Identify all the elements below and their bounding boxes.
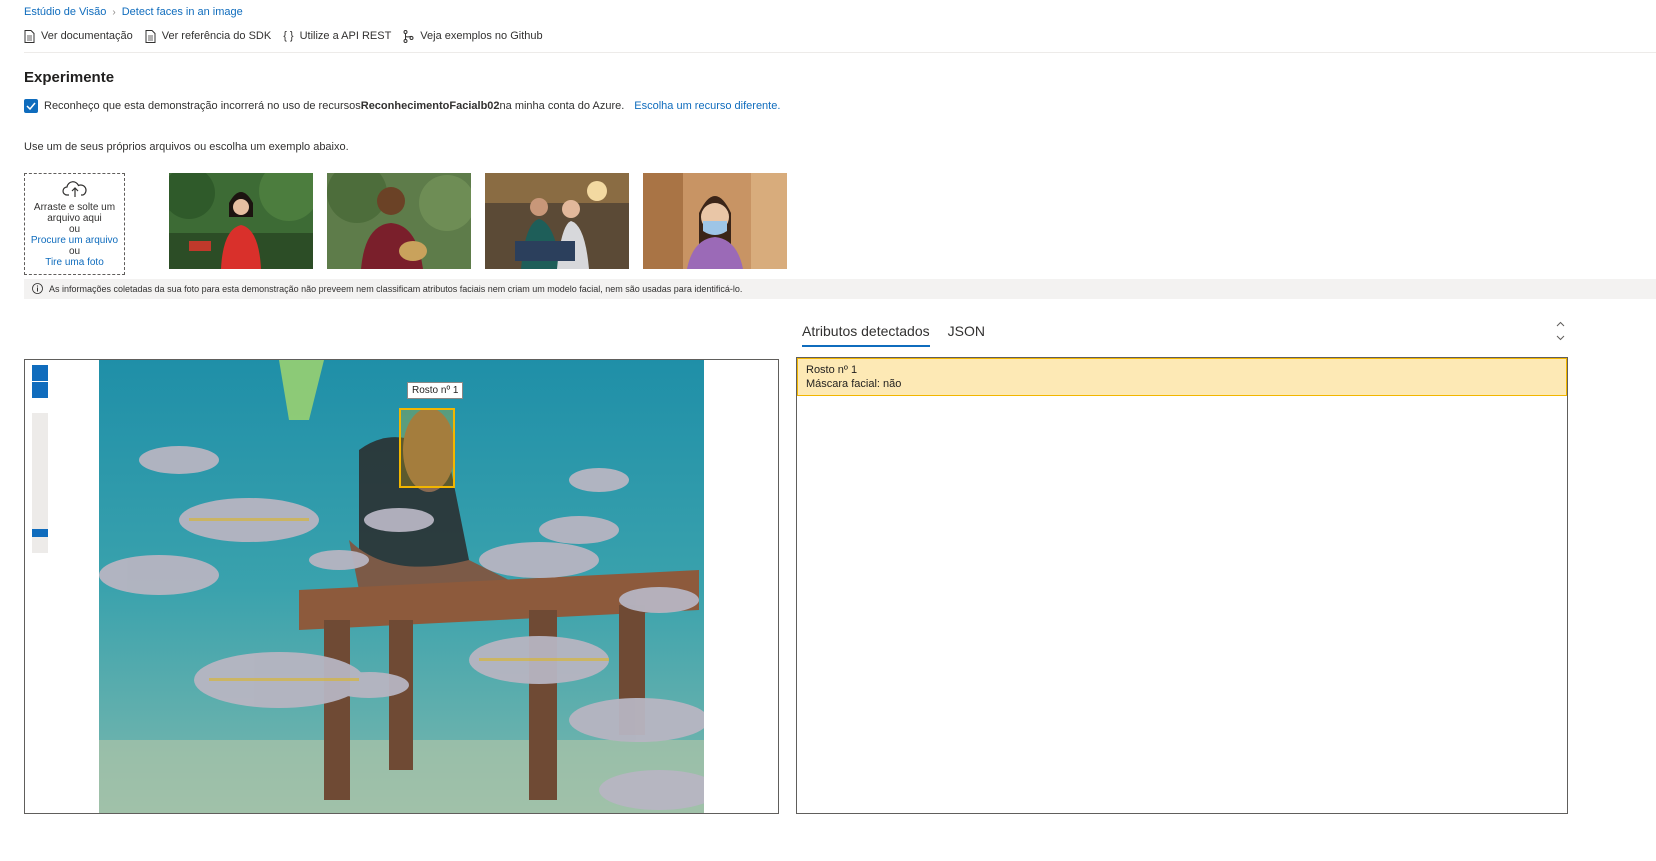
branch-icon xyxy=(403,29,414,43)
or-text: ou xyxy=(68,246,81,257)
code-braces-icon: { } xyxy=(283,30,294,42)
document-icon xyxy=(24,29,35,43)
zoom-slider-thumb[interactable] xyxy=(32,529,48,537)
zoom-slider[interactable] xyxy=(32,413,48,553)
sample-image-4[interactable] xyxy=(643,173,787,269)
consent-row: Reconheço que esta demonstração incorrer… xyxy=(24,99,780,113)
checkmark-icon xyxy=(26,102,36,110)
api-label: Utilize a API REST xyxy=(299,30,392,42)
results-tabs: Atributos detectados JSON xyxy=(802,323,985,347)
consent-checkbox[interactable] xyxy=(24,99,38,113)
github-button[interactable]: Veja exemplos no Github xyxy=(403,29,543,43)
sample-image-3[interactable] xyxy=(485,173,629,269)
chevron-up-icon[interactable] xyxy=(1554,318,1566,330)
face-attribute-row[interactable]: Rosto nº 1 Máscara facial: não xyxy=(797,358,1567,396)
sdk-label: Ver referência do SDK xyxy=(161,30,272,42)
take-photo-link[interactable]: Tire uma foto xyxy=(45,257,104,268)
face-label: Rosto nº 1 xyxy=(407,382,464,399)
chevron-down-icon[interactable] xyxy=(1554,332,1566,344)
image-viewer: Rosto nº 1 xyxy=(24,359,779,814)
divider xyxy=(24,52,1656,53)
consent-text: Reconheço que esta demonstração incorrer… xyxy=(44,100,624,112)
section-title: Experimente xyxy=(24,69,115,86)
sample-image-2[interactable] xyxy=(327,173,471,269)
intro-text: Use um de seus próprios arquivos ou esco… xyxy=(24,141,349,153)
breadcrumb: Estúdio de Visão › Detect faces in an im… xyxy=(24,6,243,18)
docs-label: Ver documentação xyxy=(41,30,133,42)
breadcrumb-separator: › xyxy=(112,6,116,18)
attributes-panel: Rosto nº 1 Máscara facial: não xyxy=(796,357,1568,814)
scrollbar[interactable] xyxy=(1554,318,1566,344)
upload-dropzone[interactable]: Arraste e solte um arquivo aqui ou Procu… xyxy=(24,173,125,275)
breadcrumb-root-link[interactable]: Estúdio de Visão xyxy=(24,6,106,18)
github-label: Veja exemplos no Github xyxy=(420,30,543,42)
toolbar: Ver documentação Ver referência do SDK {… xyxy=(24,29,543,43)
breadcrumb-current-link[interactable]: Detect faces in an image xyxy=(122,6,243,18)
info-icon xyxy=(32,282,43,296)
or-text: ou xyxy=(68,224,81,235)
analyzed-photo: Rosto nº 1 xyxy=(99,360,704,813)
tab-json[interactable]: JSON xyxy=(948,323,985,347)
document-icon xyxy=(145,29,156,43)
docs-button[interactable]: Ver documentação xyxy=(24,29,133,43)
consent-text-after: na minha conta do Azure. xyxy=(499,100,625,112)
api-button[interactable]: { } Utilize a API REST xyxy=(283,29,391,43)
resource-name: ReconhecimentoFacialb02 xyxy=(360,100,500,112)
zoom-out-button[interactable] xyxy=(32,382,48,398)
tab-detected-attributes[interactable]: Atributos detectados xyxy=(802,323,930,347)
privacy-info-bar: As informações coletadas da sua foto par… xyxy=(24,279,1656,299)
drag-text: Arraste e solte um arquivo aqui xyxy=(33,202,116,224)
face-title: Rosto nº 1 xyxy=(806,364,858,376)
cloud-upload-icon xyxy=(61,181,87,197)
privacy-info-text: As informações coletadas da sua foto par… xyxy=(49,284,743,294)
face-bounding-box[interactable] xyxy=(399,408,455,488)
sdk-button[interactable]: Ver referência do SDK xyxy=(145,29,271,43)
consent-text-before: Reconheço que esta demonstração incorrer… xyxy=(44,100,361,112)
zoom-controls xyxy=(32,365,48,399)
sample-image-1[interactable] xyxy=(169,173,313,269)
zoom-in-button[interactable] xyxy=(32,365,48,381)
browse-file-link[interactable]: Procure um arquivo xyxy=(31,235,118,246)
change-resource-link[interactable]: Escolha um recurso diferente. xyxy=(634,100,780,112)
face-mask-attribute: Máscara facial: não xyxy=(806,378,902,390)
